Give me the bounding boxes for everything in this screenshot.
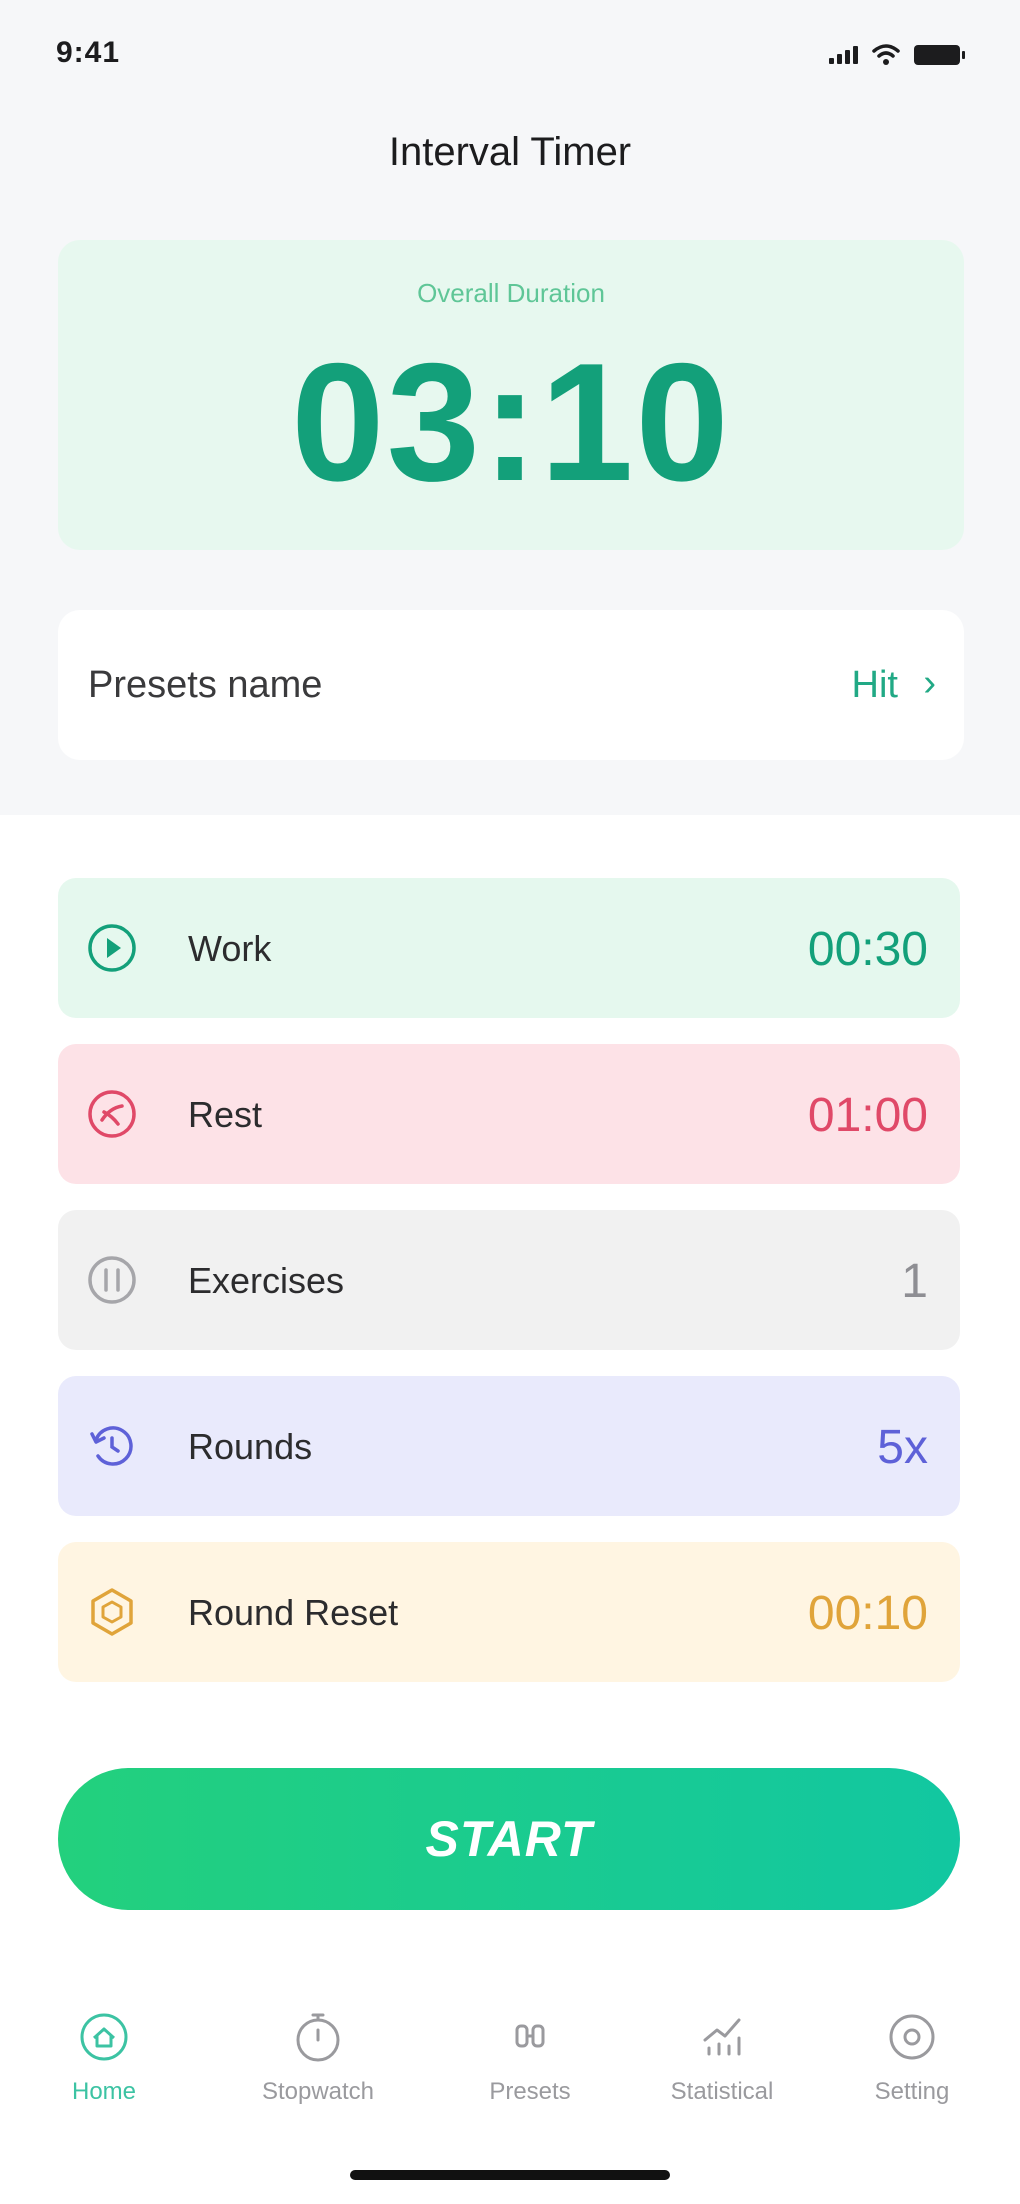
round-reset-icon (91, 1588, 133, 1636)
setting-icon (889, 2014, 935, 2060)
tab-home-label: Home (71, 2078, 137, 2105)
interval-timer-screen: 9:41 Interval Timer Overall Duration 03:… (0, 0, 1020, 2204)
battery-icon (914, 45, 965, 65)
exercises-row[interactable]: Exercises 1 (58, 1210, 960, 1350)
round-reset-row[interactable]: Round Reset 00:10 (58, 1542, 960, 1682)
tab-statistical[interactable]: Statistical (632, 2000, 812, 2130)
chevron-right-icon: › (923, 662, 936, 704)
rounds-icon (90, 1426, 133, 1466)
exercises-label: Exercises (188, 1260, 345, 1301)
home-icon (80, 2013, 128, 2061)
rounds-label: Rounds (188, 1426, 313, 1467)
tab-stopwatch[interactable]: Stopwatch (228, 2000, 408, 2130)
exercises-icon (88, 1256, 136, 1304)
stopwatch-icon (296, 2013, 340, 2062)
tab-presets-label: Presets (489, 2078, 571, 2105)
tab-home[interactable]: Home (14, 2000, 194, 2130)
overall-duration-label: Overall Duration (417, 278, 605, 308)
page-title: Interval Timer (388, 130, 632, 174)
exercises-value: 1 (901, 1255, 928, 1308)
presets-row[interactable]: Presets name Hit › (58, 610, 964, 760)
presets-label: Presets name (88, 664, 323, 706)
rounds-row[interactable]: Rounds 5x (58, 1376, 960, 1516)
round-reset-label: Round Reset (188, 1592, 399, 1633)
statistical-icon (703, 2018, 741, 2056)
rounds-value: 5x (877, 1421, 928, 1474)
rest-icon (88, 1090, 136, 1138)
home-indicator (350, 2170, 670, 2180)
round-reset-value: 00:10 (807, 1587, 928, 1640)
tab-statistical-label: Statistical (670, 2078, 774, 2105)
status-bar: 9:41 (0, 0, 1020, 110)
work-value: 00:30 (807, 923, 928, 976)
wifi-icon (872, 44, 900, 65)
rest-value: 01:00 (807, 1089, 928, 1142)
tab-setting-label: Setting (874, 2078, 950, 2105)
rest-label: Rest (188, 1094, 263, 1135)
overall-duration-card: Overall Duration 03:10 (58, 240, 964, 550)
tab-setting[interactable]: Setting (822, 2000, 1002, 2130)
work-label: Work (188, 928, 272, 969)
status-time: 9:41 (56, 36, 121, 69)
tab-bar: Home Stopwatch Presets Statistical Setti… (0, 2000, 1020, 2130)
tab-stopwatch-label: Stopwatch (261, 2078, 375, 2105)
overall-duration-value: 03:10 (291, 328, 731, 516)
tab-presets[interactable]: Presets (440, 2000, 620, 2130)
rest-row[interactable]: Rest 01:00 (58, 1044, 960, 1184)
start-button[interactable]: START (58, 1768, 960, 1910)
cellular-signal-icon (829, 46, 858, 64)
status-icons (829, 44, 965, 66)
presets-value: Hit (851, 664, 898, 706)
work-row[interactable]: Work 00:30 (58, 878, 960, 1018)
play-circle-icon (88, 924, 136, 972)
presets-icon (515, 2024, 545, 2048)
